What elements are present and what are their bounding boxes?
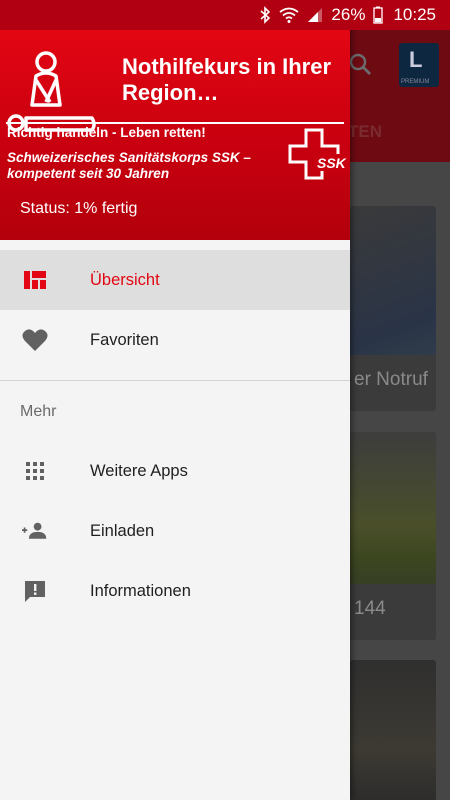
premium-badge: L PREMIUM <box>399 43 439 87</box>
background-card: er Notruf <box>350 206 436 411</box>
nav-item-label: Übersicht <box>90 270 160 289</box>
header-title: Nothilfekurs in Ihrer Region… <box>122 54 332 105</box>
svg-text:SSK: SSK <box>317 155 347 171</box>
section-title-mehr: Mehr <box>20 403 57 420</box>
nav-item-informationen[interactable]: Informationen <box>0 561 350 621</box>
nav-item-label: Favoriten <box>90 330 159 349</box>
background-card <box>350 660 436 800</box>
drawer-header: Nothilfekurs in Ihrer Region… Richtig ha… <box>0 30 350 240</box>
wifi-icon <box>279 7 299 23</box>
dashboard-icon <box>22 268 48 292</box>
nav-item-einladen[interactable]: Einladen <box>0 501 350 561</box>
drawer-menu: Übersicht Favoriten Mehr Weitere Apps Ei… <box>0 250 350 621</box>
header-organization: Schweizerisches Sanitätskorps SSK – komp… <box>7 150 251 181</box>
navigation-drawer: Nothilfekurs in Ihrer Region… Richtig ha… <box>0 0 350 800</box>
battery-percent: 26% <box>331 5 366 24</box>
header-tagline: Richtig handeln - Leben retten! <box>7 125 206 140</box>
nav-item-uebersicht[interactable]: Übersicht <box>0 250 350 310</box>
heart-icon <box>22 328 48 352</box>
signal-icon <box>307 7 323 23</box>
header-divider <box>6 122 344 124</box>
background-card: 144 <box>350 432 436 640</box>
progress-status: Status: 1% fertig <box>20 200 138 217</box>
status-bar: 26% 10:25 <box>0 0 450 30</box>
ssk-cross-logo: SSK <box>288 128 350 186</box>
add-person-icon <box>22 519 48 543</box>
nav-item-label: Informationen <box>90 581 191 600</box>
battery-icon <box>373 6 384 24</box>
background-tab-label: TEN <box>348 122 382 141</box>
nav-item-label: Einladen <box>90 521 155 540</box>
card-caption: 144 <box>350 584 436 640</box>
nav-item-favoriten[interactable]: Favoriten <box>0 310 350 370</box>
nav-item-label: Weitere Apps <box>90 461 188 480</box>
apps-grid-icon <box>22 459 48 483</box>
feedback-icon <box>22 579 48 603</box>
search-icon <box>348 52 372 76</box>
card-caption: er Notruf <box>350 355 436 411</box>
clock: 10:25 <box>393 5 436 24</box>
nav-item-weitere-apps[interactable]: Weitere Apps <box>0 441 350 501</box>
bluetooth-icon <box>259 6 271 24</box>
